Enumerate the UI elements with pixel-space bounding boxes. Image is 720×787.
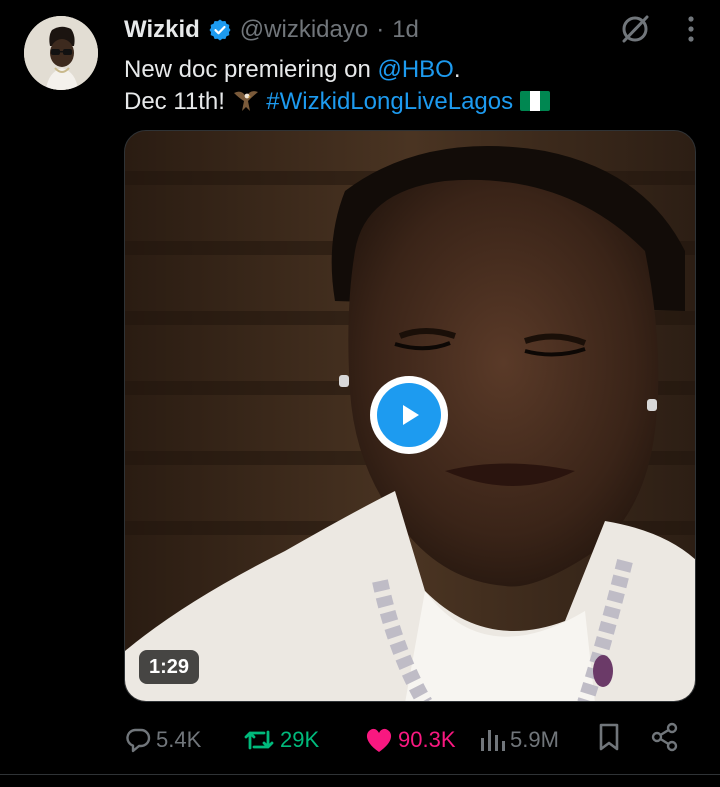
reply-count: 5.4K	[156, 727, 202, 752]
top-actions	[618, 12, 696, 46]
more-vertical-icon[interactable]	[686, 14, 696, 44]
views-count: 5.9M	[510, 727, 559, 752]
play-icon	[377, 383, 441, 447]
mention-link[interactable]: @HBO	[377, 56, 453, 83]
text-prefix: New doc premiering on	[124, 56, 378, 83]
nigeria-flag-icon	[519, 91, 550, 111]
bookmark-button[interactable]	[596, 722, 622, 752]
reply-icon	[126, 728, 151, 753]
retweet-button[interactable]: 29K	[242, 722, 319, 758]
retweet-count: 29K	[280, 727, 320, 752]
text-suffix: .	[453, 56, 461, 83]
tweet-text-line-1: New doc premiering on @HBO.	[124, 54, 694, 86]
share-icon	[651, 722, 678, 752]
tweet-header: Wizkid @wizkidayo · 1d	[124, 14, 419, 46]
author-name[interactable]: Wizkid	[124, 14, 200, 46]
avatar[interactable]	[24, 16, 98, 90]
separator-dot: ·	[376, 16, 385, 43]
like-button[interactable]: 90.3K	[364, 722, 456, 758]
like-count: 90.3K	[398, 727, 456, 752]
slash-circle-icon[interactable]	[618, 12, 652, 46]
share-button[interactable]	[650, 722, 680, 752]
author-handle[interactable]: @wizkidayo	[240, 14, 368, 46]
text-date: Dec 11th!	[124, 88, 232, 115]
heart-icon	[366, 728, 392, 752]
hashtag-link[interactable]: #WizkidLongLiveLagos	[266, 88, 513, 115]
timestamp[interactable]: 1d	[392, 14, 419, 46]
verified-badge-icon	[208, 18, 232, 42]
eagle-emoji-icon	[232, 87, 260, 122]
views-button[interactable]: 5.9M	[478, 722, 559, 758]
tweet-text: New doc premiering on @HBO. Dec 11th! #W…	[124, 54, 694, 122]
play-button[interactable]	[370, 376, 448, 454]
tweet[interactable]: Wizkid @wizkidayo · 1d New doc premierin…	[0, 0, 720, 787]
views-icon	[481, 730, 505, 751]
reply-button[interactable]: 5.4K	[124, 722, 201, 758]
divider	[0, 774, 720, 775]
retweet-icon	[244, 730, 274, 750]
action-bar: 5.4K 29K 90.3K 5.9M	[124, 722, 696, 758]
tweet-text-line-2: Dec 11th! #WizkidLongLiveLagos	[124, 86, 694, 122]
bookmark-icon	[599, 723, 619, 751]
video-duration: 1:29	[139, 650, 200, 684]
